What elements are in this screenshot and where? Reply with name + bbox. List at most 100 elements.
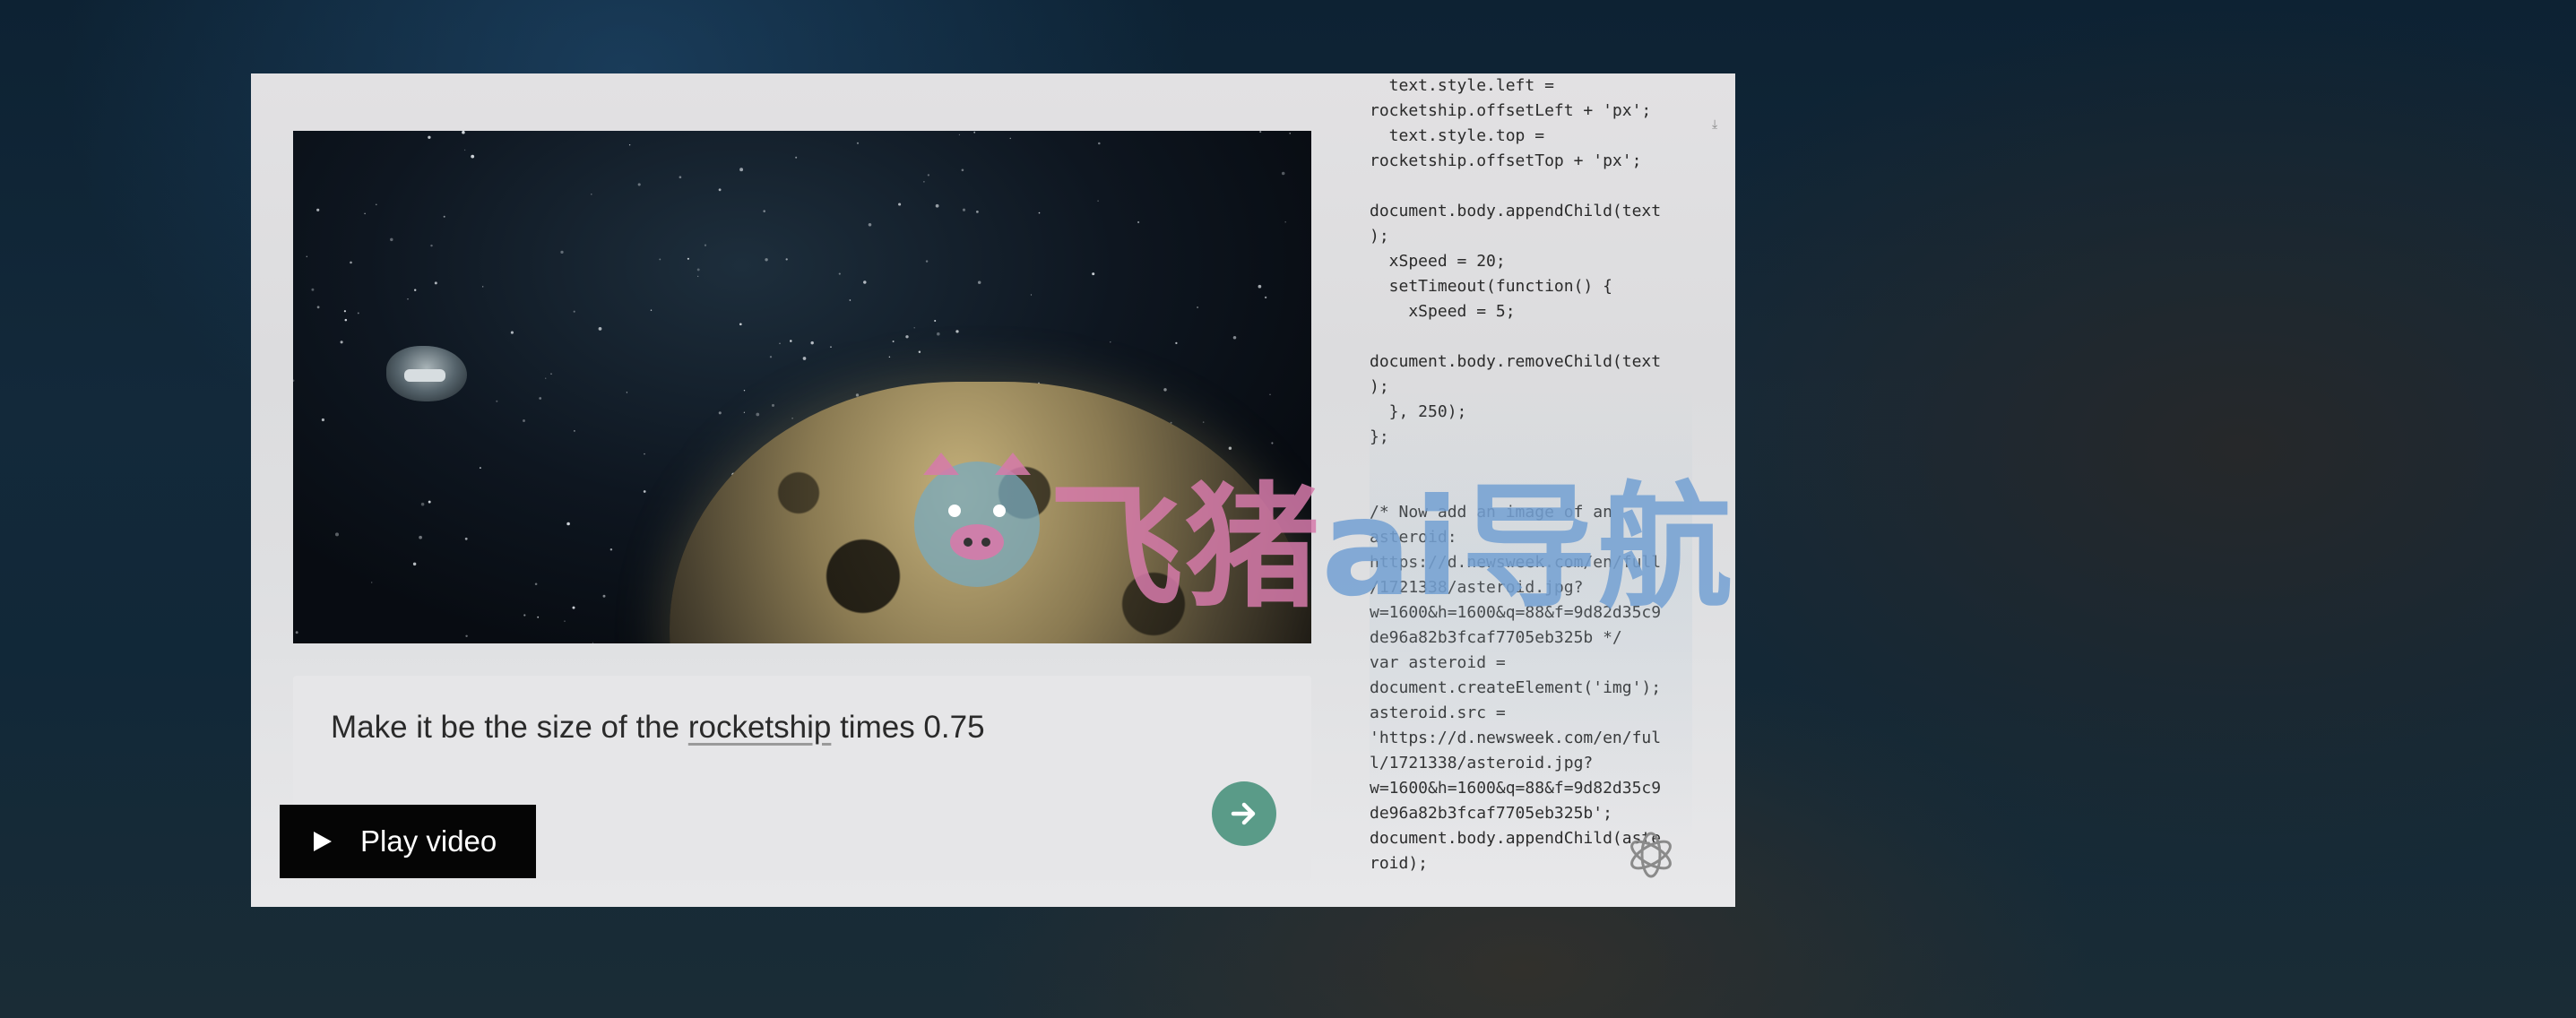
star	[802, 357, 807, 360]
star	[1264, 296, 1267, 299]
play-video-button[interactable]: Play video	[280, 805, 536, 878]
code-line: rocketship.offsetLeft + 'px';	[1370, 101, 1652, 120]
star	[350, 261, 352, 264]
code-line: );	[1370, 377, 1389, 396]
code-line: w=1600&h=1600&q=88&f=9d82d35c9	[1370, 779, 1662, 798]
star	[463, 149, 466, 151]
star	[637, 183, 641, 186]
demo-panel: Make it be the size of the rocketship ti…	[251, 73, 1735, 907]
code-line: document.createElement('img');	[1370, 678, 1662, 697]
star	[771, 403, 775, 407]
star	[573, 310, 575, 313]
star	[1009, 137, 1012, 140]
star	[659, 258, 661, 261]
star	[430, 244, 433, 247]
star	[316, 208, 320, 211]
star	[769, 356, 773, 358]
star	[1258, 284, 1262, 289]
star	[977, 280, 981, 284]
star	[863, 280, 867, 284]
play-video-label: Play video	[360, 824, 497, 858]
star	[743, 389, 746, 392]
code-line: 'https://d.newsweek.com/en/ful	[1370, 729, 1662, 747]
code-line: https://d.newsweek.com/en/full	[1370, 553, 1662, 572]
star	[888, 356, 891, 358]
code-line: );	[1370, 227, 1389, 246]
star	[923, 181, 925, 183]
star	[1228, 446, 1232, 450]
star	[849, 299, 851, 301]
video-frame[interactable]	[293, 131, 1311, 643]
code-block: text.style.left = rocketship.offsetLeft +…	[1370, 73, 1661, 876]
openai-logo-icon	[1630, 832, 1672, 878]
star	[419, 535, 422, 539]
arrow-right-icon	[1231, 802, 1256, 825]
star	[523, 419, 525, 422]
code-line: document.body.appendChild(text	[1370, 202, 1662, 220]
star	[602, 594, 606, 598]
star	[306, 255, 308, 258]
star	[935, 203, 939, 208]
star	[810, 341, 814, 345]
code-line: roid);	[1370, 854, 1429, 873]
code-line: rocketship.offsetTop + 'px';	[1370, 151, 1642, 170]
play-icon	[314, 832, 332, 851]
code-line: xSpeed = 20;	[1370, 252, 1506, 271]
star	[566, 522, 570, 526]
star	[696, 268, 700, 272]
star	[293, 379, 295, 382]
star	[591, 193, 592, 195]
code-pane[interactable]: text.style.left = rocketship.offsetLeft +…	[1370, 73, 1692, 907]
star	[343, 310, 346, 313]
star	[1098, 142, 1101, 145]
star	[598, 327, 602, 331]
code-line: l/1721338/asteroid.jpg?	[1370, 754, 1594, 772]
star	[482, 286, 484, 288]
star	[539, 397, 542, 400]
star	[1092, 272, 1095, 276]
star	[428, 500, 431, 504]
star	[357, 312, 359, 315]
star	[609, 548, 613, 551]
prompt-prefix: Make it be the size of the	[331, 710, 688, 745]
prompt-text[interactable]: Make it be the size of the rocketship ti…	[331, 710, 985, 746]
star	[545, 377, 547, 379]
submit-button[interactable]	[1212, 781, 1276, 846]
star	[564, 620, 566, 622]
star	[1269, 393, 1271, 395]
code-line: text.style.left =	[1370, 76, 1554, 95]
star	[443, 215, 445, 218]
star	[962, 208, 966, 211]
star	[704, 244, 707, 246]
star	[628, 144, 631, 146]
star	[790, 340, 792, 342]
download-icon[interactable]: ⤓	[1712, 116, 1717, 132]
star	[1202, 421, 1205, 423]
star	[743, 411, 746, 413]
star	[925, 260, 929, 263]
star	[905, 335, 909, 339]
rocketship-image	[386, 346, 467, 401]
star	[434, 281, 437, 285]
star	[1038, 211, 1041, 214]
code-line: w=1600&h=1600&q=88&f=9d82d35c9	[1370, 603, 1662, 622]
star	[534, 582, 538, 585]
star	[918, 350, 921, 354]
star	[1289, 133, 1291, 134]
star	[937, 332, 940, 336]
star	[1281, 171, 1285, 176]
star	[390, 237, 393, 242]
star	[958, 134, 961, 136]
star	[1284, 220, 1286, 223]
star	[779, 342, 781, 344]
code-line: /* Now add an image of an	[1370, 503, 1612, 522]
star	[1271, 442, 1274, 444]
star	[407, 298, 409, 300]
star	[1030, 294, 1033, 296]
star	[795, 156, 798, 159]
star	[838, 272, 841, 275]
